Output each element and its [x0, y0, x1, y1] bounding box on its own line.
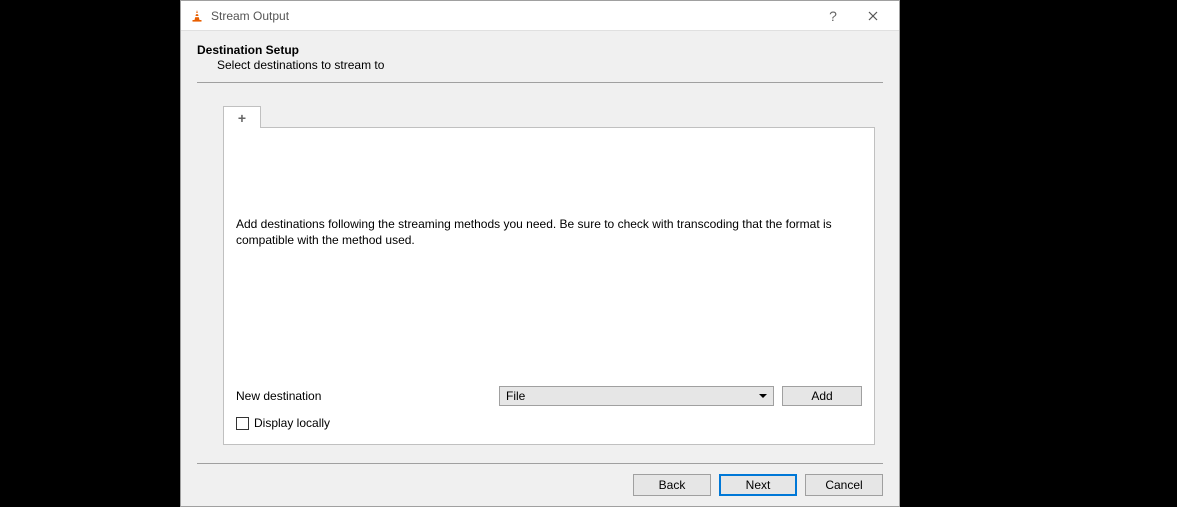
- window-title: Stream Output: [211, 9, 813, 23]
- new-destination-label: New destination: [236, 389, 491, 403]
- destination-select[interactable]: File: [499, 386, 774, 406]
- description-text: Add destinations following the streaming…: [236, 216, 862, 248]
- section-title: Destination Setup: [197, 43, 883, 57]
- dialog-content: Destination Setup Select destinations to…: [181, 31, 899, 506]
- stream-output-dialog: Stream Output ? Destination Setup Select…: [180, 0, 900, 507]
- close-button[interactable]: [853, 2, 893, 30]
- tab-panel: Add destinations following the streaming…: [223, 127, 875, 445]
- destination-select-value: File: [506, 389, 525, 403]
- display-locally-label: Display locally: [254, 416, 330, 430]
- section-subtitle: Select destinations to stream to: [197, 58, 883, 72]
- display-locally-checkbox[interactable]: [236, 417, 249, 430]
- add-button[interactable]: Add: [782, 386, 862, 406]
- cancel-button[interactable]: Cancel: [805, 474, 883, 496]
- back-button[interactable]: Back: [633, 474, 711, 496]
- tab-strip: +: [223, 105, 875, 127]
- new-destination-row: New destination File Add: [236, 386, 862, 406]
- chevron-down-icon: [759, 394, 767, 398]
- display-locally-row: Display locally: [236, 416, 862, 430]
- footer-buttons: Back Next Cancel: [197, 464, 883, 496]
- add-tab-button[interactable]: +: [223, 106, 261, 128]
- divider: [197, 82, 883, 83]
- titlebar: Stream Output ?: [181, 1, 899, 31]
- next-button[interactable]: Next: [719, 474, 797, 496]
- vlc-cone-icon: [189, 8, 205, 24]
- tab-area: + Add destinations following the streami…: [223, 105, 875, 445]
- help-button[interactable]: ?: [813, 2, 853, 30]
- plus-icon: +: [238, 110, 246, 126]
